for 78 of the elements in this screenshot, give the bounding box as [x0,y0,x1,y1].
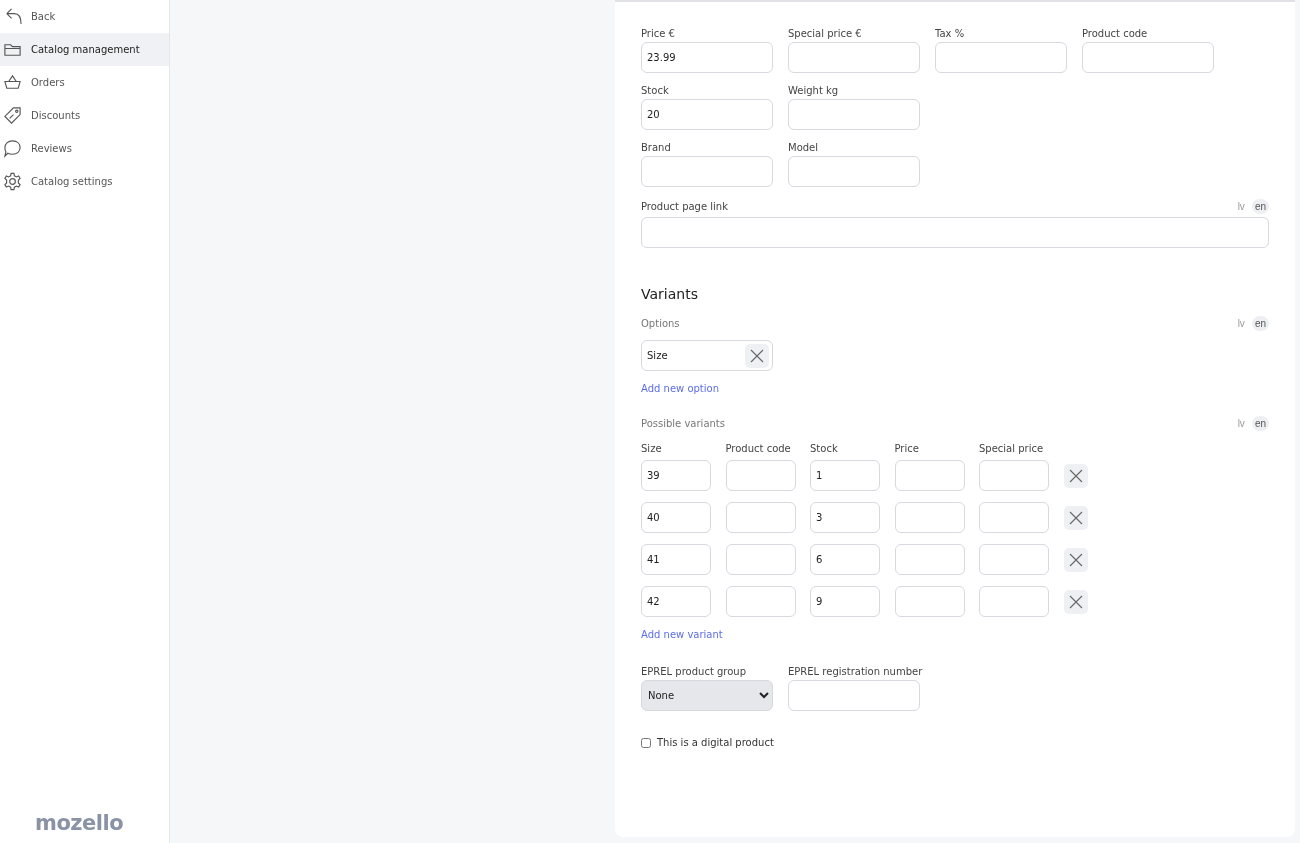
input-field[interactable]: 3 [810,502,880,533]
field-label: Model [788,142,820,153]
checkbox[interactable] [641,737,651,748]
column-header: Price [894,443,920,454]
input-field[interactable] [788,42,920,73]
sidebar-item[interactable]: Catalog management [0,33,169,66]
field-label: Possible variants [641,418,725,429]
input-field[interactable] [979,586,1049,617]
language-tab[interactable]: en [1251,199,1269,214]
column-header: Size [641,443,663,454]
field-label: Stock [641,85,670,96]
field-label: Product page link [641,201,728,212]
input-field[interactable]: 40 [641,502,711,533]
input-field[interactable]: 20 [641,99,773,130]
remove-button[interactable] [1063,463,1088,488]
remove-button[interactable] [1063,589,1088,614]
sidebar-item[interactable]: Orders [0,66,169,99]
input-field[interactable]: 42 [641,586,711,617]
add-variant-link[interactable]: Add new variant [641,629,723,640]
column-header: Stock [810,443,839,454]
input-field[interactable] [1082,42,1214,73]
field-label: Product code [1082,28,1149,39]
input-field[interactable] [788,680,920,711]
input-field[interactable] [979,460,1049,491]
input-field[interactable] [894,586,965,617]
close-icon [750,348,764,363]
logo: mozello [34,811,125,837]
sidebar-item[interactable]: Catalog settings [0,165,169,198]
input-field[interactable] [788,156,920,187]
input-field[interactable] [894,502,965,533]
close-icon [1068,468,1083,483]
input-field[interactable] [894,460,965,491]
close-icon [1068,594,1083,609]
section-title: Variants [641,286,699,302]
column-header: Special price [979,443,1045,454]
input-field[interactable] [641,156,773,187]
remove-button[interactable] [1063,505,1088,530]
tag-icon [3,106,22,125]
input-field[interactable] [641,217,1269,248]
add-option-link[interactable]: Add new option [641,383,719,394]
sidebar-item[interactable]: Reviews [0,132,169,165]
input-field[interactable] [979,502,1049,533]
input-field[interactable] [935,42,1067,73]
input-field[interactable] [979,544,1049,575]
field-label: Weight kg [788,85,840,96]
input-field[interactable]: 1 [810,460,880,491]
input-field[interactable] [725,586,796,617]
field-label: Price € [641,28,676,39]
input-field[interactable]: 39 [641,460,711,491]
settings-icon [3,172,22,191]
sidebar-item[interactable]: Back [0,0,169,33]
column-header: Product code [725,443,792,454]
option-field[interactable]: Size [641,340,773,371]
dropdown[interactable]: None [641,680,773,711]
language-tab[interactable]: en [1251,416,1269,431]
field-label: Options [641,318,680,329]
close-icon [1068,510,1083,525]
input-field[interactable] [894,544,965,575]
speech-bubble-icon [3,139,22,158]
input-field[interactable] [788,99,920,130]
basket-icon [3,73,22,92]
close-icon [1068,552,1083,567]
language-tab[interactable]: en [1251,316,1269,331]
input-field[interactable] [725,502,796,533]
input-field[interactable]: 23.99 [641,42,773,73]
input-field[interactable] [725,544,796,575]
input-field[interactable] [725,460,796,491]
field-label: Special price € [788,28,863,39]
sidebar-item[interactable]: Discounts [0,99,169,132]
field-label: EPREL product group [641,666,748,677]
checkbox-label: This is a digital product [657,737,774,748]
field-label: Tax % [935,28,966,39]
input-field[interactable]: 9 [810,586,880,617]
field-label: Brand [641,142,672,153]
remove-button[interactable] [1063,547,1088,572]
input-field[interactable]: 6 [810,544,880,575]
input-field[interactable]: 41 [641,544,711,575]
remove-button[interactable] [745,343,769,368]
